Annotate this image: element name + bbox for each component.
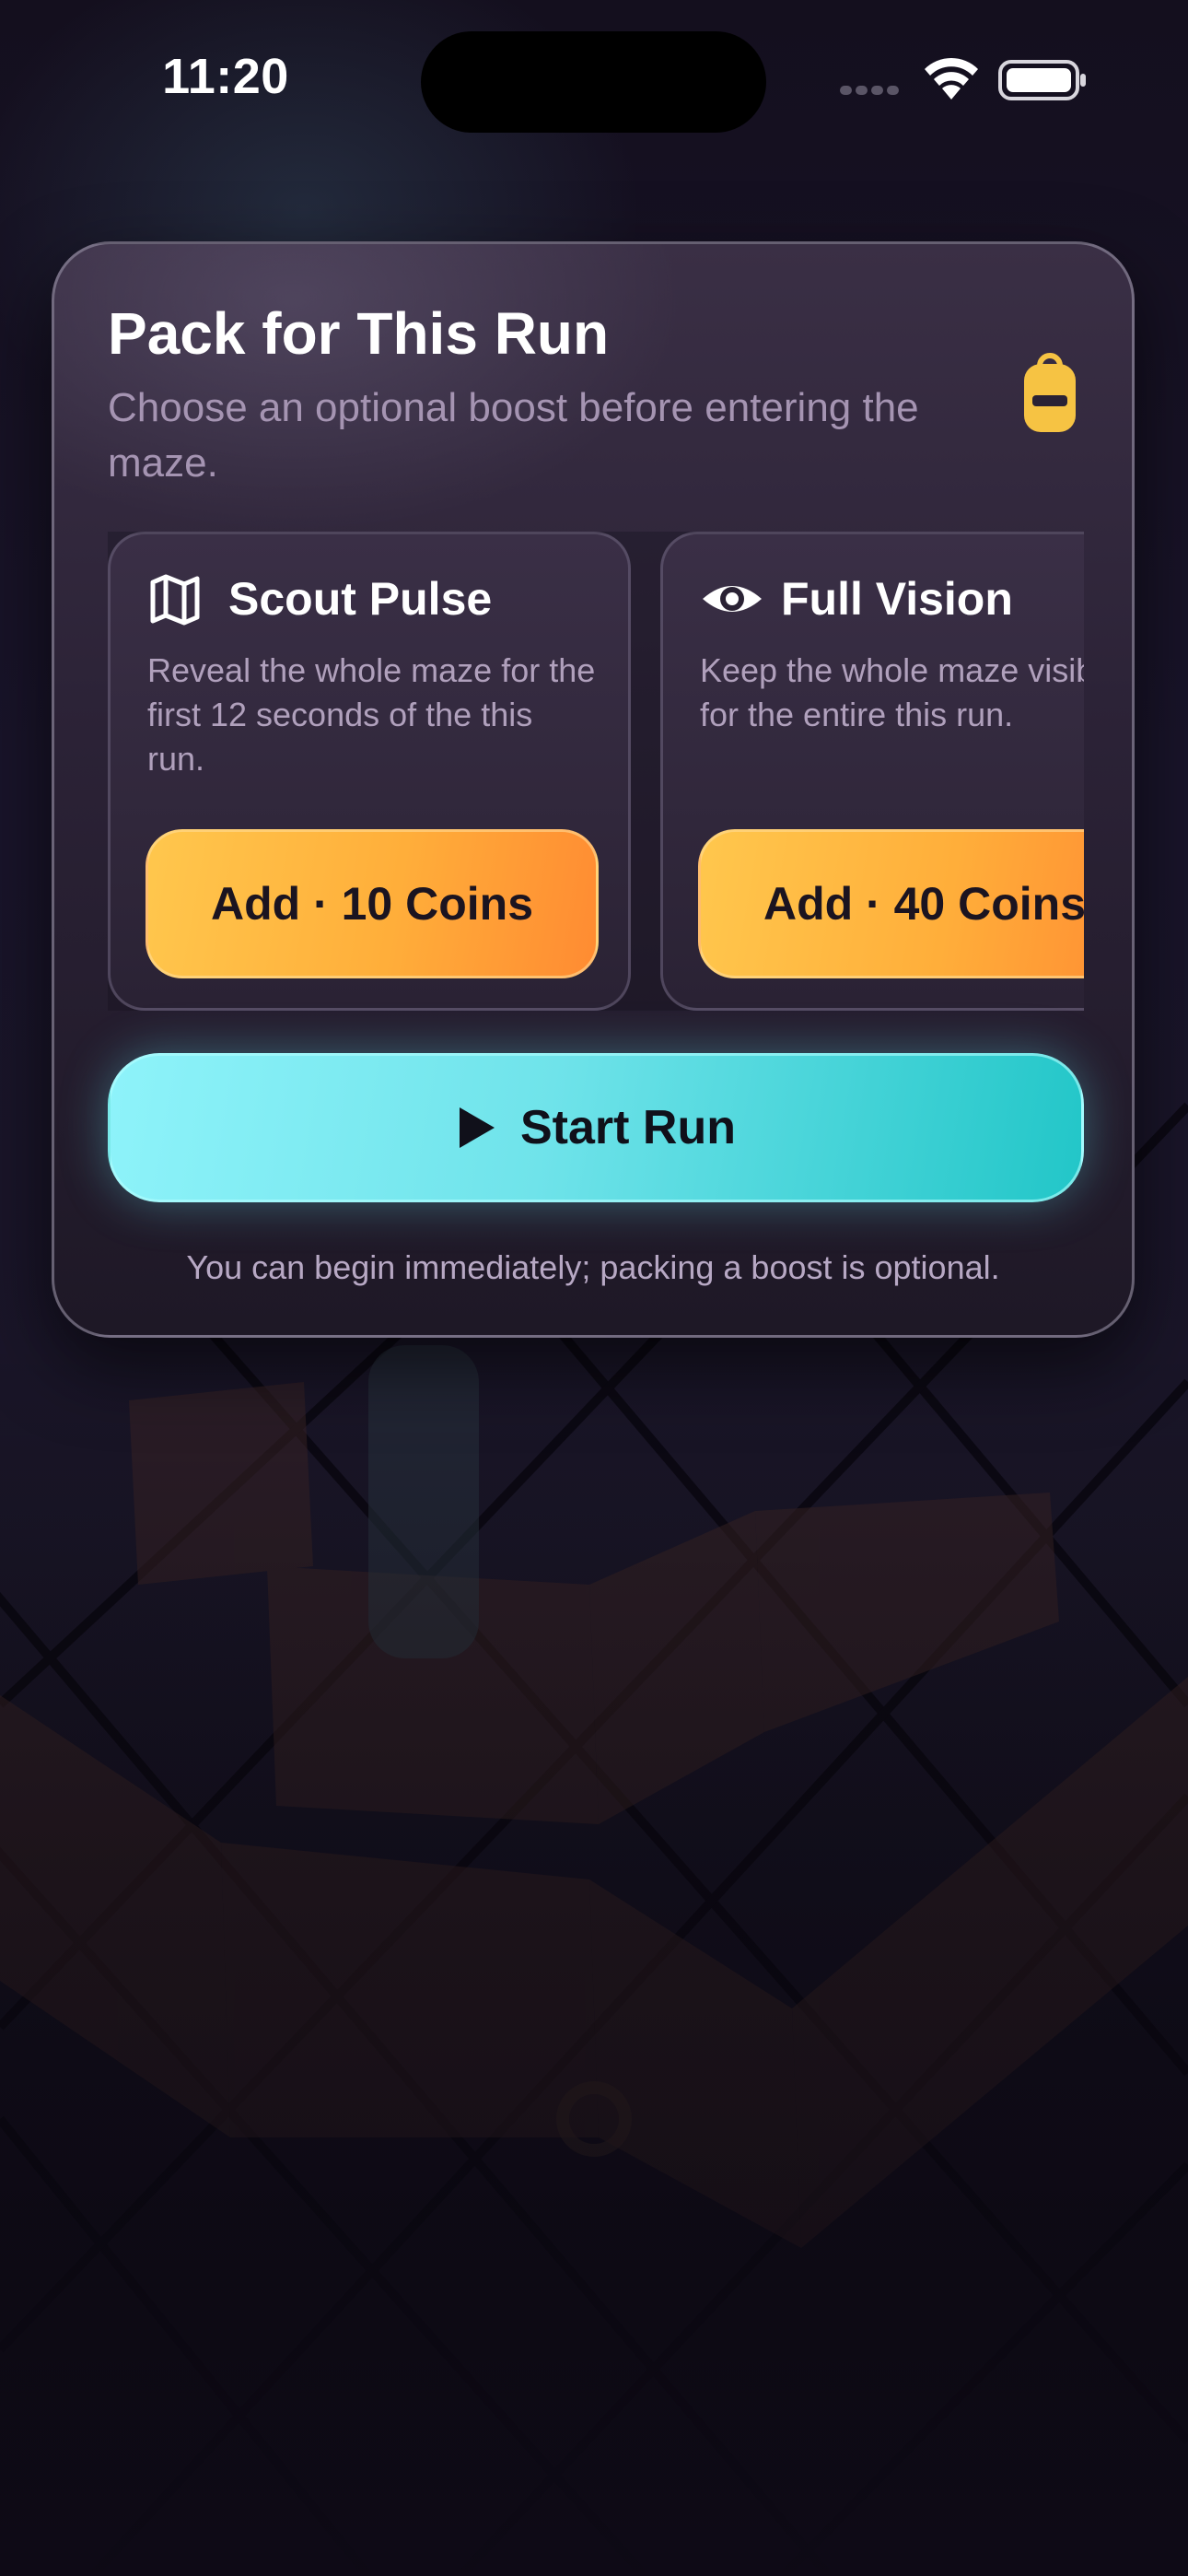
eye-icon: [703, 586, 762, 612]
boost-description: Reveal the whole maze for the first 12 s…: [147, 651, 596, 778]
boost-card-scout-pulse[interactable]: Scout Pulse Reveal the whole maze for th…: [108, 532, 631, 1011]
boost-card-full-vision[interactable]: Full Vision Keep the whole maze visible …: [660, 532, 1084, 1011]
dynamic-island: [421, 31, 766, 133]
add-scout-pulse-button[interactable]: Add · 10 Coins: [146, 829, 599, 978]
boost-title: Scout Pulse: [228, 573, 493, 625]
panel-subtitle: Choose an optional boost before entering…: [108, 385, 919, 486]
wifi-icon: [925, 57, 978, 100]
play-icon: [460, 1107, 495, 1148]
backpack-icon: [1024, 353, 1076, 432]
battery-icon: [998, 60, 1086, 100]
start-run-button[interactable]: Start Run: [108, 1053, 1084, 1202]
pack-for-run-panel: Pack for This Run Choose an optional boo…: [52, 241, 1135, 1338]
boost-title: Full Vision: [781, 573, 1013, 625]
add-full-vision-button[interactable]: Add · 40 Coins: [698, 829, 1084, 978]
panel-title: Pack for This Run: [108, 300, 610, 367]
status-time: 11:20: [162, 49, 289, 104]
map-icon: [150, 574, 200, 626]
boost-carousel[interactable]: Scout Pulse Reveal the whole maze for th…: [108, 532, 1084, 1011]
cellular-signal-icon: [840, 83, 906, 98]
boost-description: Keep the whole maze visible for the enti…: [700, 651, 1084, 733]
boost-optional-note: You can begin immediately; packing a boo…: [186, 1248, 1000, 1286]
start-run-label: Start Run: [520, 1101, 736, 1154]
